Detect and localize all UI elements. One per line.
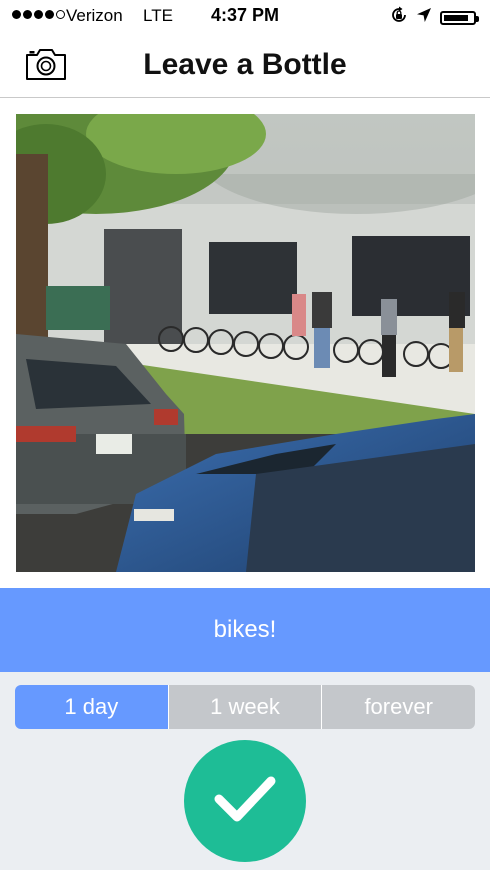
confirm-button[interactable] xyxy=(184,740,306,862)
duration-selector: 1 day 1 week forever xyxy=(15,685,475,729)
nav-header: Leave a Bottle xyxy=(0,32,490,98)
orientation-lock-icon xyxy=(390,6,408,29)
photo-preview xyxy=(16,114,475,572)
caption-text[interactable]: bikes! xyxy=(0,588,490,672)
checkmark-icon xyxy=(213,773,277,830)
location-arrow-icon xyxy=(416,7,432,28)
duration-option-1-week[interactable]: 1 week xyxy=(167,685,322,729)
status-bar: Verizon LTE 4:37 PM xyxy=(0,0,490,32)
page-title: Leave a Bottle xyxy=(143,48,347,81)
battery-icon xyxy=(440,10,479,25)
duration-option-forever[interactable]: forever xyxy=(321,685,475,729)
duration-option-1-day[interactable]: 1 day xyxy=(15,685,168,729)
